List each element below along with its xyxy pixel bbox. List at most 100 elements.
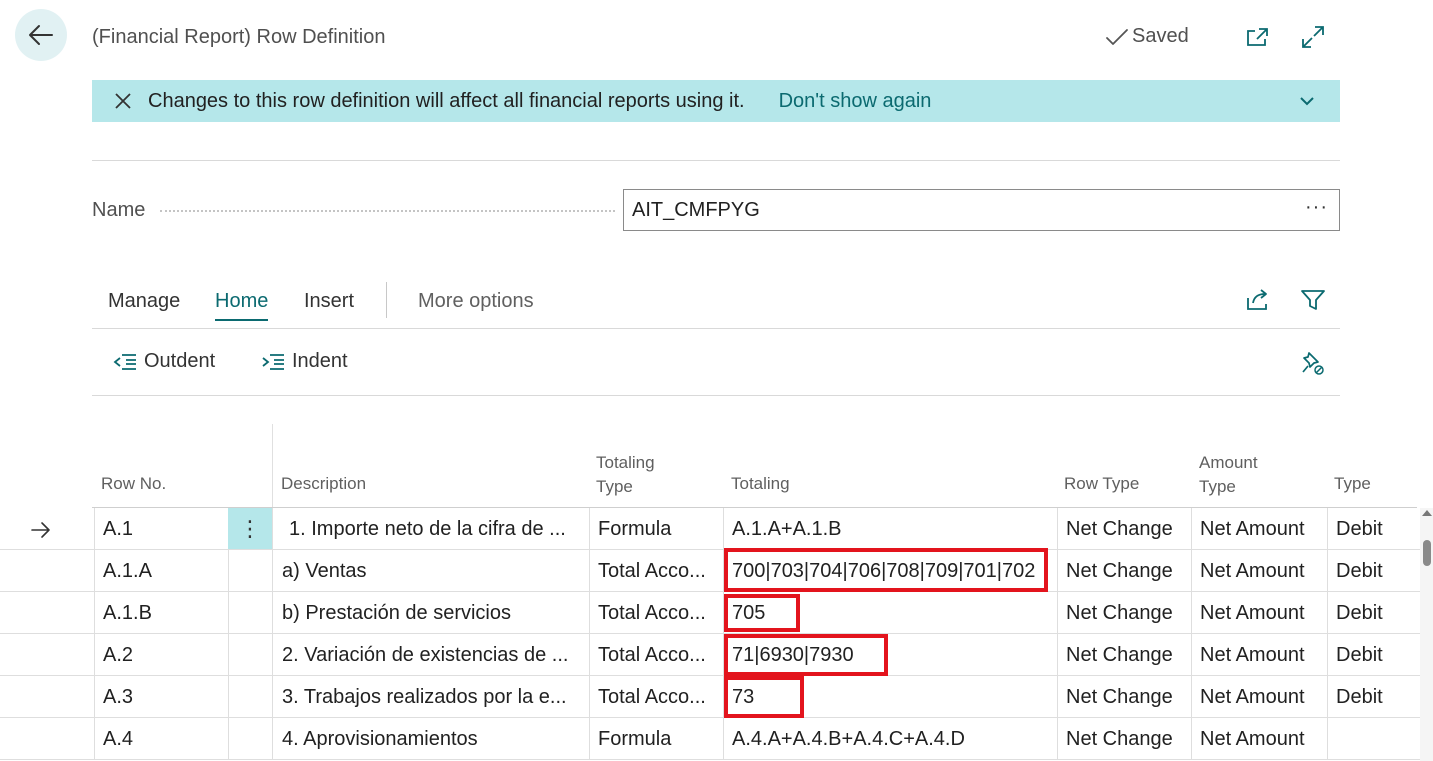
cell-border xyxy=(228,676,229,718)
label-leader-dots xyxy=(160,210,615,212)
close-banner-button[interactable] xyxy=(112,90,134,112)
cell-type[interactable]: Debit xyxy=(1327,550,1420,592)
cell-type[interactable]: Debit xyxy=(1327,508,1420,550)
indent-label: Indent xyxy=(292,350,348,372)
table-row[interactable]: A.1.B b) Prestación de servicios Total Acc… xyxy=(0,592,1420,634)
cell-totaling-type[interactable]: Total Acco... xyxy=(589,676,723,718)
cell-totaling-type[interactable]: Total Acco... xyxy=(589,550,723,592)
cell-row-no[interactable]: A.4 xyxy=(94,718,228,760)
header-type[interactable]: Type xyxy=(1334,472,1371,496)
tab-more-options[interactable]: More options xyxy=(418,290,534,313)
table-row[interactable]: A.3 3. Trabajos realizados por la e... Tot… xyxy=(0,676,1420,718)
saved-label: Saved xyxy=(1132,25,1189,47)
cell-totaling[interactable]: A.1.A+A.1.B xyxy=(723,508,1057,550)
cell-totaling[interactable]: 700|703|704|706|708|709|701|702 xyxy=(723,550,1057,592)
cell-row-no[interactable]: A.1.B xyxy=(94,592,228,634)
cell-row-type[interactable]: Net Change xyxy=(1057,592,1191,634)
notification-banner: Changes to this row definition will affe… xyxy=(92,80,1340,122)
name-input[interactable]: AIT_CMFPYG xyxy=(623,189,1340,231)
section-divider xyxy=(92,160,1340,161)
share-button[interactable] xyxy=(1243,285,1273,315)
cell-type[interactable] xyxy=(1327,718,1420,760)
outdent-icon xyxy=(113,353,136,370)
cell-totaling-type[interactable]: Total Acco... xyxy=(589,634,723,676)
tab-insert[interactable]: Insert xyxy=(304,290,354,313)
header-amount-type-line1[interactable]: Amount xyxy=(1199,451,1258,475)
cell-amount-type[interactable]: Net Amount xyxy=(1191,718,1327,760)
cell-totaling-type[interactable]: Formula xyxy=(589,508,723,550)
back-button[interactable] xyxy=(15,9,67,61)
saved-status: Saved xyxy=(1104,25,1189,48)
row-actions-menu-button[interactable]: ⋮ xyxy=(228,508,272,550)
actions-bar: Outdent Indent xyxy=(92,340,1340,386)
filter-icon xyxy=(1301,290,1325,310)
banner-expand-button[interactable] xyxy=(1296,90,1318,112)
cell-totaling[interactable]: 73 xyxy=(723,676,1057,718)
cell-row-type[interactable]: Net Change xyxy=(1057,634,1191,676)
tab-home[interactable]: Home xyxy=(215,290,269,321)
name-lookup-button[interactable]: ··· xyxy=(1305,196,1328,219)
header-row-type[interactable]: Row Type xyxy=(1064,472,1139,496)
indent-button[interactable]: Indent xyxy=(260,350,348,373)
pin-button[interactable] xyxy=(1298,348,1328,378)
cell-amount-type[interactable]: Net Amount xyxy=(1191,550,1327,592)
cell-totaling[interactable]: 71|6930|7930 xyxy=(723,634,1057,676)
cell-row-no[interactable]: A.1.A xyxy=(94,550,228,592)
column-separator xyxy=(272,424,273,508)
cell-row-type[interactable]: Net Change xyxy=(1057,508,1191,550)
table-row[interactable]: A.1.A a) Ventas Total Acco... 700|703|704|7… xyxy=(0,550,1420,592)
cell-description[interactable]: 4. Aprovisionamientos xyxy=(273,718,589,760)
back-arrow-icon xyxy=(29,25,53,45)
cell-description[interactable]: 2. Variación de existencias de ... xyxy=(273,634,589,676)
close-icon xyxy=(115,93,131,109)
header-totaling-type-line1[interactable]: Totaling xyxy=(596,451,655,475)
cell-border xyxy=(228,634,229,676)
dont-show-again-link[interactable]: Don't show again xyxy=(779,90,932,113)
name-label: Name xyxy=(92,199,146,221)
cell-amount-type[interactable]: Net Amount xyxy=(1191,634,1327,676)
scrollbar-thumb[interactable] xyxy=(1423,540,1431,566)
expand-button[interactable] xyxy=(1298,22,1328,52)
cell-amount-type[interactable]: Net Amount xyxy=(1191,508,1327,550)
cell-totaling-type[interactable]: Formula xyxy=(589,718,723,760)
actions-divider xyxy=(92,395,1340,396)
table-row[interactable]: A.2 2. Variación de existencias de ... Tot… xyxy=(0,634,1420,676)
cell-totaling[interactable]: 705 xyxy=(723,592,1057,634)
table-row[interactable]: A.4 4. Aprovisionamientos Formula A.4.A+A.4… xyxy=(0,718,1420,760)
cell-totaling-type[interactable]: Total Acco... xyxy=(589,592,723,634)
cell-description[interactable]: 1. Importe neto de la cifra de ... xyxy=(273,508,589,550)
cell-row-type[interactable]: Net Change xyxy=(1057,550,1191,592)
cell-totaling[interactable]: A.4.A+A.4.B+A.4.C+A.4.D xyxy=(723,718,1057,760)
scroll-up-arrow[interactable] xyxy=(1422,510,1432,516)
header-row-no[interactable]: Row No. xyxy=(101,472,166,496)
tab-manage[interactable]: Manage xyxy=(108,290,180,313)
cell-type[interactable]: Debit xyxy=(1327,592,1420,634)
check-icon xyxy=(1106,28,1128,45)
filter-button[interactable] xyxy=(1298,285,1328,315)
share-icon xyxy=(1247,289,1267,310)
cell-type[interactable]: Debit xyxy=(1327,676,1420,718)
cell-type[interactable]: Debit xyxy=(1327,634,1420,676)
header-totaling[interactable]: Totaling xyxy=(731,472,790,496)
cell-description[interactable]: 3. Trabajos realizados por la e... xyxy=(273,676,589,718)
cell-row-type[interactable]: Net Change xyxy=(1057,718,1191,760)
cell-row-no[interactable]: A.3 xyxy=(94,676,228,718)
outdent-button[interactable]: Outdent xyxy=(112,350,215,373)
cell-row-type[interactable]: Net Change xyxy=(1057,676,1191,718)
action-tabs: Manage Home Insert More options xyxy=(92,280,1340,328)
open-new-window-button[interactable] xyxy=(1243,22,1273,52)
cell-description[interactable]: b) Prestación de servicios xyxy=(273,592,589,634)
header-totaling-type-line2[interactable]: Type xyxy=(596,475,633,499)
chevron-down-icon xyxy=(1300,97,1314,106)
cell-row-no[interactable]: A.2 xyxy=(94,634,228,676)
open-new-window-icon xyxy=(1247,28,1268,46)
cell-border xyxy=(228,550,229,592)
header-description[interactable]: Description xyxy=(281,472,366,496)
cell-amount-type[interactable]: Net Amount xyxy=(1191,592,1327,634)
table-row[interactable]: A.1 1. Importe neto de la cifra de ... For… xyxy=(0,508,1420,550)
cell-amount-type[interactable]: Net Amount xyxy=(1191,676,1327,718)
banner-message: Changes to this row definition will affe… xyxy=(148,89,745,112)
cell-row-no[interactable]: A.1 xyxy=(94,508,228,550)
header-amount-type-line2[interactable]: Type xyxy=(1199,475,1236,499)
cell-description[interactable]: a) Ventas xyxy=(273,550,589,592)
